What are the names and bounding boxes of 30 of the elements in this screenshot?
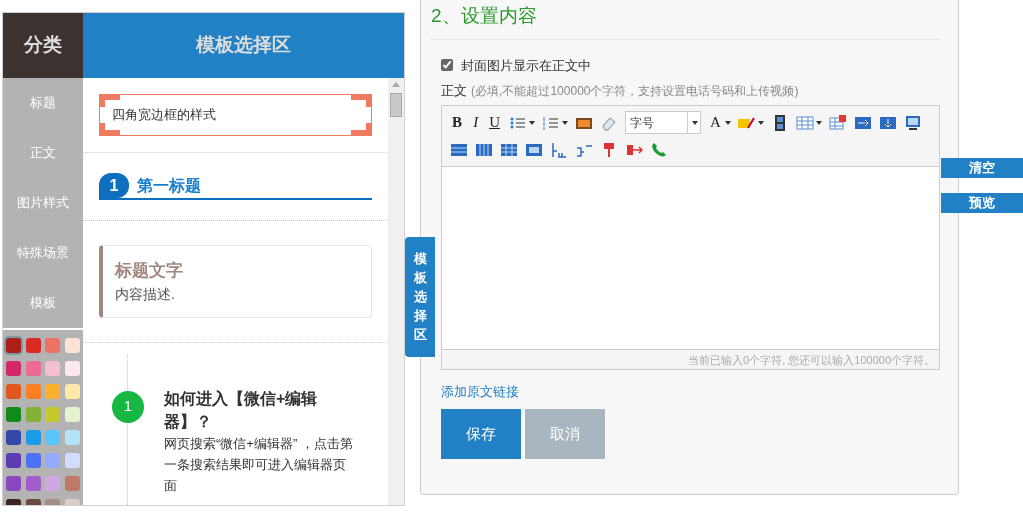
save-button[interactable]: 保存 (441, 409, 522, 459)
rich-text-editor[interactable]: B I U 字号 A 当前已输入0个字符, 您还可以输入100000个字符。 (441, 104, 940, 370)
card-title: 标题文字 (115, 260, 184, 282)
card-description: 内容描述. (115, 284, 176, 304)
body-hint: (必填,不能超过100000个字符，支持设置电话号码和上传视频) (471, 82, 799, 100)
number-badge: 1 (99, 173, 129, 198)
font-size-select[interactable]: 字号 (624, 111, 701, 134)
template-text: 四角宽边框的样式 (112, 106, 216, 125)
step-description: 网页搜索“微信+编辑器” ，点击第一条搜索结果即可进入编辑器页面 (164, 434, 354, 495)
corner-frame-template[interactable]: 四角宽边框的样式 (99, 94, 373, 136)
body-label: 正文 (441, 82, 468, 100)
title-text: 第一标题 (137, 175, 201, 196)
template-area-tab[interactable]: 模板选择区 (405, 236, 436, 357)
card-template[interactable]: 标题文字 内容描述. (99, 245, 373, 318)
toolbar-button[interactable]: B (450, 111, 465, 134)
toolbar-button[interactable]: A (707, 111, 723, 134)
preview-button[interactable]: 预览 (941, 193, 1023, 213)
character-counter: 当前已输入0个字符, 您还可以输入100000个字符。 (442, 348, 939, 369)
add-source-link[interactable]: 添加原文链接 (441, 381, 520, 401)
step-title: 如何进入【微信+编辑器】？ (164, 388, 319, 432)
checkbox-label: 封面图片显示在正文中 (461, 56, 592, 75)
section-title: 2、设置内容 (431, 0, 940, 40)
numbered-title-template[interactable]: 1 第一标题 (99, 173, 373, 200)
template-header: 模板选择区 (83, 13, 405, 78)
clear-button[interactable]: 清空 (941, 158, 1023, 178)
category-header: 分类 (3, 13, 83, 78)
step-template[interactable]: 1 如何进入【微信+编辑器】？ 网页搜索“微信+编辑器” ，点击第一条搜索结果即可进入编辑器页面 (99, 354, 373, 505)
toolbar-button[interactable]: U (487, 111, 502, 134)
step-number: 1 (112, 390, 144, 423)
toolbar-button[interactable]: I (471, 111, 481, 134)
